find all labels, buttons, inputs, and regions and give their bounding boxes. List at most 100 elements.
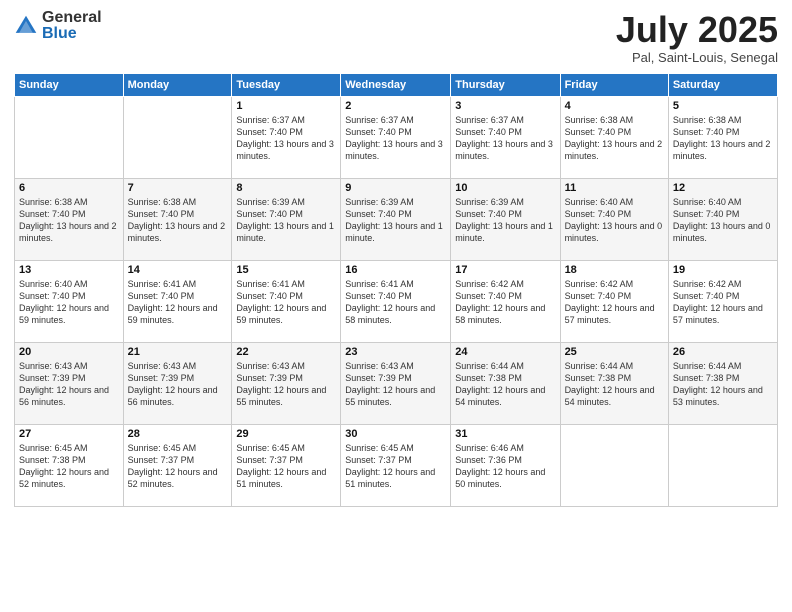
day-detail: Sunrise: 6:37 AM Sunset: 7:40 PM Dayligh… <box>236 114 336 163</box>
month-title: July 2025 <box>616 10 778 50</box>
calendar-header-monday: Monday <box>123 73 232 96</box>
day-number: 8 <box>236 182 336 194</box>
calendar-cell: 2Sunrise: 6:37 AM Sunset: 7:40 PM Daylig… <box>341 96 451 178</box>
day-number: 10 <box>455 182 555 194</box>
calendar-week-2: 6Sunrise: 6:38 AM Sunset: 7:40 PM Daylig… <box>15 178 778 260</box>
day-number: 20 <box>19 346 119 358</box>
calendar-header-tuesday: Tuesday <box>232 73 341 96</box>
day-number: 4 <box>565 100 664 112</box>
day-number: 24 <box>455 346 555 358</box>
day-detail: Sunrise: 6:42 AM Sunset: 7:40 PM Dayligh… <box>673 278 773 327</box>
day-number: 18 <box>565 264 664 276</box>
calendar-cell <box>560 424 668 506</box>
calendar-cell: 5Sunrise: 6:38 AM Sunset: 7:40 PM Daylig… <box>668 96 777 178</box>
day-detail: Sunrise: 6:46 AM Sunset: 7:36 PM Dayligh… <box>455 442 555 491</box>
calendar-cell: 21 Sunrise: 6:43 AM Sunset: 7:39 PM Dayli… <box>123 342 232 424</box>
day-number: 16 <box>345 264 446 276</box>
day-detail: Sunrise: 6:40 AM Sunset: 7:40 PM Dayligh… <box>19 278 119 327</box>
calendar-cell <box>668 424 777 506</box>
calendar-header-thursday: Thursday <box>451 73 560 96</box>
calendar-cell: 11 Sunrise: 6:40 AM Sunset: 7:40 PM Dayli… <box>560 178 668 260</box>
calendar-week-4: 20 Sunrise: 6:43 AM Sunset: 7:39 PM Dayli… <box>15 342 778 424</box>
day-number: 17 <box>455 264 555 276</box>
day-detail: Sunrise: 6:44 AM Sunset: 7:38 PM Dayligh… <box>673 360 773 409</box>
day-number: 31 <box>455 428 555 440</box>
day-number: 29 <box>236 428 336 440</box>
calendar-cell: 24 Sunrise: 6:44 AM Sunset: 7:38 PM Dayli… <box>451 342 560 424</box>
day-detail: Sunrise: 6:44 AM Sunset: 7:38 PM Dayligh… <box>455 360 555 409</box>
day-number: 15 <box>236 264 336 276</box>
day-detail: Sunrise: 6:43 AM Sunset: 7:39 PM Dayligh… <box>345 360 446 409</box>
header: General Blue July 2025 Pal, Saint-Louis,… <box>14 10 778 65</box>
day-detail: Sunrise: 6:38 AM Sunset: 7:40 PM Dayligh… <box>565 114 664 163</box>
calendar-cell: 20Sunrise: 6:43 AM Sunset: 7:39 PM Dayli… <box>15 342 124 424</box>
day-detail: Sunrise: 6:43 AM Sunset: 7:39 PM Dayligh… <box>128 360 228 409</box>
calendar-cell: 8 Sunrise: 6:39 AM Sunset: 7:40 PM Daylig… <box>232 178 341 260</box>
calendar-header-friday: Friday <box>560 73 668 96</box>
calendar-cell: 3Sunrise: 6:37 AM Sunset: 7:40 PM Daylig… <box>451 96 560 178</box>
day-number: 14 <box>128 264 228 276</box>
calendar-cell: 22Sunrise: 6:43 AM Sunset: 7:39 PM Dayli… <box>232 342 341 424</box>
day-number: 11 <box>565 182 664 194</box>
day-number: 3 <box>455 100 555 112</box>
logo-general: General <box>42 10 102 26</box>
day-detail: Sunrise: 6:45 AM Sunset: 7:37 PM Dayligh… <box>345 442 446 491</box>
calendar-cell: 12Sunrise: 6:40 AM Sunset: 7:40 PM Dayli… <box>668 178 777 260</box>
day-detail: Sunrise: 6:40 AM Sunset: 7:40 PM Dayligh… <box>565 196 664 245</box>
calendar-cell: 15 Sunrise: 6:41 AM Sunset: 7:40 PM Dayli… <box>232 260 341 342</box>
location: Pal, Saint-Louis, Senegal <box>616 50 778 65</box>
day-number: 7 <box>128 182 228 194</box>
calendar-header-sunday: Sunday <box>15 73 124 96</box>
calendar-cell <box>15 96 124 178</box>
day-detail: Sunrise: 6:37 AM Sunset: 7:40 PM Dayligh… <box>345 114 446 163</box>
calendar-week-5: 27Sunrise: 6:45 AM Sunset: 7:38 PM Dayli… <box>15 424 778 506</box>
day-detail: Sunrise: 6:41 AM Sunset: 7:40 PM Dayligh… <box>345 278 446 327</box>
calendar-cell: 30 Sunrise: 6:45 AM Sunset: 7:37 PM Dayli… <box>341 424 451 506</box>
calendar-cell <box>123 96 232 178</box>
page: General Blue July 2025 Pal, Saint-Louis,… <box>0 0 792 612</box>
calendar-cell: 13 Sunrise: 6:40 AM Sunset: 7:40 PM Dayli… <box>15 260 124 342</box>
day-detail: Sunrise: 6:42 AM Sunset: 7:40 PM Dayligh… <box>455 278 555 327</box>
day-detail: Sunrise: 6:39 AM Sunset: 7:40 PM Dayligh… <box>345 196 446 245</box>
day-number: 21 <box>128 346 228 358</box>
day-number: 30 <box>345 428 446 440</box>
day-number: 1 <box>236 100 336 112</box>
calendar-cell: 10 Sunrise: 6:39 AM Sunset: 7:40 PM Dayli… <box>451 178 560 260</box>
title-area: July 2025 Pal, Saint-Louis, Senegal <box>616 10 778 65</box>
day-number: 27 <box>19 428 119 440</box>
calendar-cell: 25Sunrise: 6:44 AM Sunset: 7:38 PM Dayli… <box>560 342 668 424</box>
calendar-cell: 27Sunrise: 6:45 AM Sunset: 7:38 PM Dayli… <box>15 424 124 506</box>
calendar-week-1: 1 Sunrise: 6:37 AM Sunset: 7:40 PM Daylig… <box>15 96 778 178</box>
logo-blue: Blue <box>42 26 102 42</box>
day-detail: Sunrise: 6:38 AM Sunset: 7:40 PM Dayligh… <box>19 196 119 245</box>
logo-text: General Blue <box>42 10 102 42</box>
calendar-header-row: SundayMondayTuesdayWednesdayThursdayFrid… <box>15 73 778 96</box>
calendar-cell: 1 Sunrise: 6:37 AM Sunset: 7:40 PM Daylig… <box>232 96 341 178</box>
calendar-cell: 18 Sunrise: 6:42 AM Sunset: 7:40 PM Dayli… <box>560 260 668 342</box>
day-detail: Sunrise: 6:44 AM Sunset: 7:38 PM Dayligh… <box>565 360 664 409</box>
logo-icon <box>14 14 38 38</box>
calendar-header-saturday: Saturday <box>668 73 777 96</box>
calendar-week-3: 13 Sunrise: 6:40 AM Sunset: 7:40 PM Dayli… <box>15 260 778 342</box>
day-detail: Sunrise: 6:39 AM Sunset: 7:40 PM Dayligh… <box>455 196 555 245</box>
calendar-cell: 16 Sunrise: 6:41 AM Sunset: 7:40 PM Dayli… <box>341 260 451 342</box>
calendar-cell: 19 Sunrise: 6:42 AM Sunset: 7:40 PM Dayli… <box>668 260 777 342</box>
day-number: 19 <box>673 264 773 276</box>
calendar-cell: 7 Sunrise: 6:38 AM Sunset: 7:40 PM Daylig… <box>123 178 232 260</box>
day-detail: Sunrise: 6:41 AM Sunset: 7:40 PM Dayligh… <box>128 278 228 327</box>
day-detail: Sunrise: 6:41 AM Sunset: 7:40 PM Dayligh… <box>236 278 336 327</box>
day-number: 22 <box>236 346 336 358</box>
calendar-cell: 26 Sunrise: 6:44 AM Sunset: 7:38 PM Dayli… <box>668 342 777 424</box>
day-number: 26 <box>673 346 773 358</box>
calendar-cell: 31 Sunrise: 6:46 AM Sunset: 7:36 PM Dayli… <box>451 424 560 506</box>
day-detail: Sunrise: 6:38 AM Sunset: 7:40 PM Dayligh… <box>673 114 773 163</box>
day-detail: Sunrise: 6:39 AM Sunset: 7:40 PM Dayligh… <box>236 196 336 245</box>
day-number: 9 <box>345 182 446 194</box>
day-detail: Sunrise: 6:38 AM Sunset: 7:40 PM Dayligh… <box>128 196 228 245</box>
calendar-cell: 28Sunrise: 6:45 AM Sunset: 7:37 PM Dayli… <box>123 424 232 506</box>
day-detail: Sunrise: 6:42 AM Sunset: 7:40 PM Dayligh… <box>565 278 664 327</box>
calendar-cell: 4 Sunrise: 6:38 AM Sunset: 7:40 PM Daylig… <box>560 96 668 178</box>
calendar-cell: 6Sunrise: 6:38 AM Sunset: 7:40 PM Daylig… <box>15 178 124 260</box>
calendar-cell: 17 Sunrise: 6:42 AM Sunset: 7:40 PM Dayli… <box>451 260 560 342</box>
day-number: 13 <box>19 264 119 276</box>
